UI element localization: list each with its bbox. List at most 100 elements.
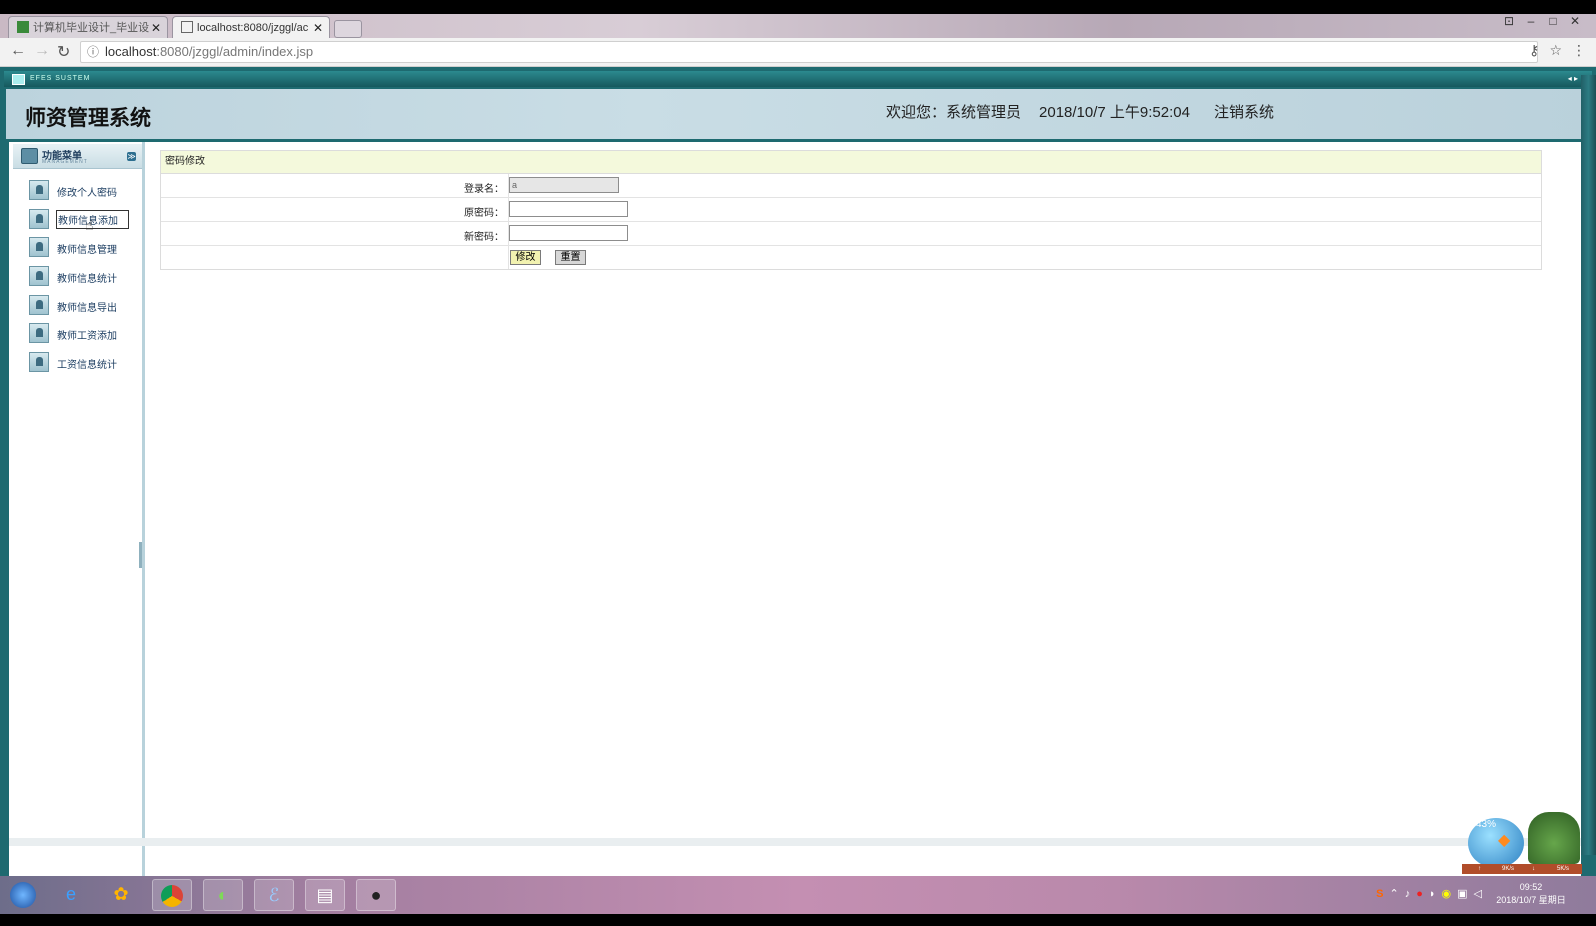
menu-item-add-salary[interactable]: 教师工资添加 [29,323,139,345]
tray-mic-icon[interactable]: ♪ [1405,888,1411,900]
column-divider [508,246,509,269]
tab-favicon-icon [181,21,193,33]
url-path: :8080/jzggl/admin/index.jsp [156,44,314,59]
app-icon[interactable]: ✿ [102,879,140,909]
tab-close-icon[interactable]: ✕ [151,17,161,39]
strip-arrows-icon[interactable]: ◂ ▸ [1568,71,1578,87]
speed-bar: ↑ 9K/s ↓ 5K/s [1462,864,1582,874]
ie-icon[interactable]: e [52,879,90,909]
new-password-input[interactable] [509,225,628,241]
tray-app-icon[interactable]: ◉ [1442,888,1452,900]
menu-collapse-icon[interactable]: ≫ [127,152,136,161]
menu-item-teacher-export[interactable]: 教师信息导出 [29,295,139,317]
tab-title: 计算机毕业设计_毕业设 [33,22,150,34]
user-icon [29,295,49,315]
user-icon [29,352,49,372]
browser-toolbar: ← → ↻ ⓘ localhost:8080/jzggl/admin/index.… [0,38,1596,67]
window-user-icon[interactable]: ⊡ [1498,14,1520,28]
menu-item-change-password[interactable]: 修改个人密码 [29,180,139,202]
left-menu: 功能菜单 MANAGEMENT ≫ 修改个人密码 教师信息添加 ☝ 教师信息管理… [13,142,145,912]
menu-item-label[interactable]: 工资信息统计 [57,356,117,371]
bookmark-star-icon[interactable]: ☆ [1549,42,1562,58]
reset-button[interactable]: 重置 [555,250,586,265]
cat-plant-icon [1528,812,1580,864]
tray-security-icon[interactable]: ● [1416,888,1423,900]
tray-volume-icon[interactable]: ◁ [1474,888,1482,900]
download-speed: 5K/s [1557,866,1570,872]
up-arrow-icon: ↑ [1478,866,1481,872]
menu-item-add-teacher[interactable]: 教师信息添加 ☝ [29,209,139,233]
app-green-icon[interactable]: ◐ [203,879,243,911]
modify-button[interactable]: 修改 [510,250,541,265]
menu-item-label[interactable]: 教师信息统计 [57,270,117,285]
network-monitor-widget[interactable]: 43% ◆ ↑ 9K/s ↓ 5K/s [1462,810,1582,874]
menu-item-label[interactable]: 教师信息导出 [57,299,117,314]
browser-tab-1[interactable]: 计算机毕业设计_毕业设 ✕ [8,16,168,38]
menu-item-manage-teacher[interactable]: 教师信息管理 [29,237,139,259]
form-title: 密码修改 [161,151,1541,174]
form-row-login: 登录名： [161,174,1541,198]
old-password-label: 原密码： [464,208,504,219]
tray-user-icon[interactable]: ◗ [1429,888,1436,900]
down-arrow-icon: ↓ [1532,866,1535,872]
strip-label: EFES SUSTEM [30,75,91,82]
tray-clock[interactable]: 09:52 2018/10/7 星期日 [1486,881,1576,907]
tray-icons: S ⌃ ♪ ● ◗ ◉ ▣ ◁ [1370,887,1482,900]
mouse-pointer-icon: ☝ [85,217,94,233]
user-icon [29,237,49,257]
tab-close-icon[interactable]: ✕ [313,17,323,39]
user-icon [29,209,49,229]
info-icon[interactable]: ⓘ [87,42,99,62]
window-minimize-button[interactable]: – [1520,14,1542,28]
editor-icon[interactable]: ▤ [305,879,345,911]
recorder-icon[interactable]: ● [356,879,396,911]
user-icon [29,323,49,343]
browser-tab-strip: 计算机毕业设计_毕业设 ✕ localhost:8080/jzggl/ac ✕ … [0,14,1596,38]
start-button-icon[interactable] [4,879,42,909]
current-datetime: 2018/10/7 上午9:52:04 [1039,104,1190,121]
form-row-old-password: 原密码： [161,198,1541,222]
chrome-icon[interactable] [152,879,192,911]
forward-arrow-icon[interactable]: → [34,42,50,60]
tray-time: 09:52 [1519,882,1543,892]
eclipse-icon[interactable]: ℰ [254,879,294,911]
menu-folder-icon [21,148,38,164]
menu-dots-icon[interactable]: ⋮ [1572,42,1586,58]
frame-bottom-strip [9,838,1581,846]
fish-icon: ◆ [1498,832,1511,849]
welcome-text: 欢迎您：系统管理员 [886,104,1022,121]
new-tab-button[interactable] [334,20,362,38]
key-icon[interactable]: ⚷ [1529,42,1539,58]
screen-top-border [0,0,1596,14]
menu-item-teacher-stats[interactable]: 教师信息统计 [29,266,139,288]
back-arrow-icon[interactable]: ← [10,42,26,60]
tray-network-icon[interactable]: ▣ [1457,888,1467,900]
tab-favicon-icon [17,21,29,33]
sogou-icon[interactable]: S [1376,888,1383,900]
screen-bottom-border [0,914,1596,926]
menu-item-label[interactable]: 修改个人密码 [57,184,117,199]
reload-icon[interactable]: ↻ [57,42,70,62]
password-form-panel: 密码修改 登录名： 原密码： 新密码： 修改 重置 [160,150,1542,270]
address-bar[interactable]: ⓘ localhost:8080/jzggl/admin/index.jsp [80,41,1538,63]
login-name-input[interactable] [509,177,619,193]
app-title-strip: EFES SUSTEM ◂ ▸ [4,71,1592,87]
windows-taskbar: e ✿ ◐ ℰ ▤ ● S ⌃ ♪ ● ◗ ◉ ▣ ◁ 09:52 2018/10/7 星期日 [0,876,1596,914]
browser-tab-2[interactable]: localhost:8080/jzggl/ac ✕ [172,16,330,38]
tray-arrow-icon[interactable]: ⌃ [1389,888,1398,900]
user-icon [29,266,49,286]
new-password-label: 新密码： [464,232,504,243]
menu-subtitle: MANAGEMENT [42,159,88,165]
menu-item-salary-stats[interactable]: 工资信息统计 [29,352,139,374]
toolbar-right: ⚷ ☆ ⋮ [1519,42,1586,59]
menu-item-label[interactable]: 教师工资添加 [57,327,117,342]
tray-date: 2018/10/7 星期日 [1496,895,1566,905]
logout-link[interactable]: 注销系统 [1214,104,1274,121]
widget-percent: 43% [1476,819,1497,830]
old-password-input[interactable] [509,201,628,217]
window-maximize-button[interactable]: □ [1542,14,1564,28]
window-close-button[interactable]: ✕ [1564,14,1586,28]
menu-item-label[interactable]: 教师信息管理 [57,241,117,256]
frame-splitter-handle[interactable] [139,542,142,568]
frame-right-rail [1581,75,1596,855]
